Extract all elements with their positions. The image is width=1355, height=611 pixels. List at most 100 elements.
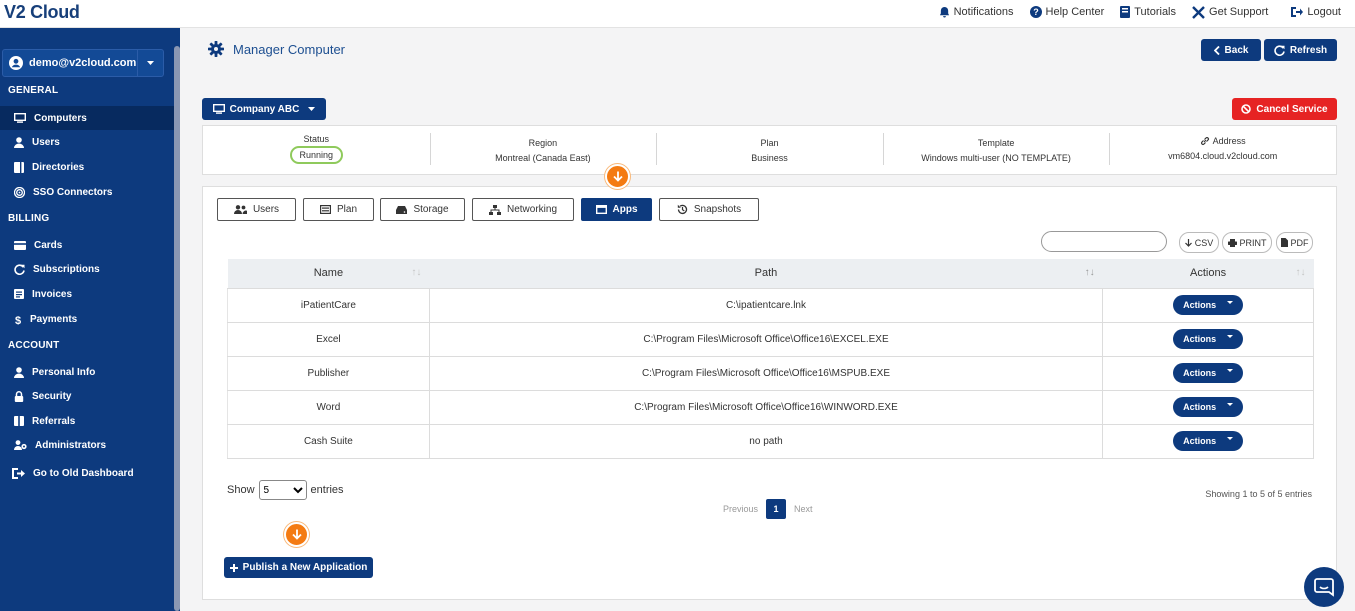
sidebar-item-directories[interactable]: Directories xyxy=(0,155,174,179)
sidebar-item-label: Payments xyxy=(30,313,78,325)
apps-table: Name ↑↓ Path ↑↓ Actions ↑↓ iPatientCare C:\… xyxy=(227,259,1314,459)
logo[interactable]: V2 Cloud xyxy=(4,2,80,23)
back-button[interactable]: Back xyxy=(1201,39,1261,61)
sidebar-item-label: Administrators xyxy=(35,439,107,451)
sidebar-item-payments[interactable]: $ Payments xyxy=(0,307,174,331)
tab-users[interactable]: Users xyxy=(217,198,296,221)
row-actions-button[interactable]: Actions xyxy=(1173,363,1244,383)
info-address-value: vm6804.cloud.v2cloud.com xyxy=(1168,151,1278,161)
sidebar-item-security[interactable]: Security xyxy=(0,384,174,408)
row-actions-button[interactable]: Actions xyxy=(1173,295,1244,315)
column-header-label: Actions xyxy=(1190,267,1227,280)
tab-plan[interactable]: Plan xyxy=(303,198,374,221)
tab-snapshots[interactable]: Snapshots xyxy=(659,198,759,221)
chevron-left-icon xyxy=(1213,45,1220,55)
question-circle-icon: ? xyxy=(1029,6,1042,18)
get-support-label: Get Support xyxy=(1209,6,1269,18)
logout-link[interactable]: Logout xyxy=(1290,6,1341,18)
sidebar-item-old-dashboard[interactable]: Go to Old Dashboard xyxy=(0,461,174,485)
tab-storage[interactable]: Storage xyxy=(380,198,465,221)
sidebar-item-sso-connectors[interactable]: SSO Connectors xyxy=(0,180,174,204)
user-menu-caret[interactable] xyxy=(137,50,163,76)
tab-networking[interactable]: Networking xyxy=(472,198,574,221)
column-header-label: Name xyxy=(313,267,344,280)
sidebar-item-subscriptions[interactable]: Subscriptions xyxy=(0,257,174,281)
svg-text:$: $ xyxy=(15,315,21,325)
cell-path: C:\ipatientcare.lnk xyxy=(428,287,1104,323)
sidebar-item-cards[interactable]: Cards xyxy=(0,233,174,257)
computer-info-bar: Status Running Region Montreal (Canada E… xyxy=(202,125,1337,175)
sidebar: demo@v2cloud.com GENERAL Computers Users… xyxy=(0,28,180,611)
row-actions-button[interactable]: Actions xyxy=(1173,329,1244,349)
column-header-path[interactable]: Path ↑↓ xyxy=(429,259,1103,289)
user-menu[interactable]: demo@v2cloud.com xyxy=(2,49,164,77)
sidebar-item-personal-info[interactable]: Personal Info xyxy=(0,360,174,384)
plus-icon xyxy=(229,563,238,572)
chat-launcher-button[interactable] xyxy=(1304,567,1344,607)
sidebar-item-invoices[interactable]: Invoices xyxy=(0,282,174,306)
tab-label: Networking xyxy=(506,204,558,215)
cell-actions: Actions xyxy=(1102,321,1314,357)
info-template-label: Template xyxy=(977,138,1015,148)
cell-path: C:\Program Files\Microsoft Office\Office… xyxy=(428,355,1104,391)
cell-actions: Actions xyxy=(1102,423,1314,459)
pdf-button[interactable]: PDF xyxy=(1276,232,1313,253)
info-plan: Plan Business xyxy=(656,126,883,174)
tutorials-link[interactable]: Tutorials xyxy=(1120,6,1176,18)
info-status: Status Running xyxy=(203,126,430,174)
sync-icon xyxy=(14,263,25,275)
tab-apps[interactable]: Apps xyxy=(581,198,652,221)
pagination-page-1[interactable]: 1 xyxy=(766,499,787,519)
company-dropdown[interactable]: Company ABC xyxy=(202,98,326,120)
get-support-link[interactable]: Get Support xyxy=(1192,5,1269,19)
cancel-service-button[interactable]: Cancel Service xyxy=(1232,98,1337,120)
csv-button[interactable]: CSV xyxy=(1179,232,1219,253)
entries-select[interactable]: 5 xyxy=(258,480,307,500)
sidebar-item-label: Cards xyxy=(34,239,63,251)
tab-label: Snapshots xyxy=(693,204,742,215)
sidebar-item-users[interactable]: Users xyxy=(0,130,174,154)
notifications-label: Notifications xyxy=(953,6,1014,18)
row-actions-label: Actions xyxy=(1183,368,1217,378)
notifications-link[interactable]: Notifications xyxy=(939,6,1014,18)
publish-application-button[interactable]: Publish a New Application xyxy=(224,557,373,578)
cell-actions: Actions xyxy=(1102,389,1314,425)
column-header-actions[interactable]: Actions ↑↓ xyxy=(1102,259,1314,289)
help-center-link[interactable]: ? Help Center xyxy=(1029,6,1104,18)
hdd-icon xyxy=(396,205,408,214)
list-alt-icon xyxy=(319,205,331,214)
invoice-icon xyxy=(14,289,24,299)
cancel-service-label: Cancel Service xyxy=(1256,103,1328,115)
tutorials-label: Tutorials xyxy=(1134,6,1177,18)
row-actions-button[interactable]: Actions xyxy=(1173,397,1244,417)
pdf-button-label: PDF xyxy=(1290,237,1309,248)
sidebar-item-computers[interactable]: Computers xyxy=(0,106,174,130)
print-button[interactable]: PRINT xyxy=(1222,232,1272,253)
logout-icon xyxy=(1291,7,1304,17)
credit-card-icon xyxy=(14,240,26,250)
directory-icon xyxy=(14,161,24,173)
user-circle-icon xyxy=(9,56,23,70)
arrow-down-icon xyxy=(291,529,302,540)
cell-actions: Actions xyxy=(1102,287,1314,323)
dollar-icon: $ xyxy=(15,315,21,325)
pagination-previous[interactable]: Previous xyxy=(723,504,758,514)
refresh-button[interactable]: Refresh xyxy=(1264,39,1337,61)
info-region-value: Montreal (Canada East) xyxy=(495,153,591,163)
search-input[interactable] xyxy=(1041,231,1167,252)
publish-application-label: Publish a New Application xyxy=(242,562,368,573)
page-title: Manager Computer xyxy=(208,41,345,57)
sync-icon xyxy=(1274,44,1285,56)
pagination-next[interactable]: Next xyxy=(794,504,813,514)
table-row: Excel C:\Program Files\Microsoft Office\… xyxy=(227,321,1314,357)
column-header-name[interactable]: Name ↑↓ xyxy=(227,259,430,289)
sort-icon: ↑↓ xyxy=(1084,267,1095,278)
sidebar-item-referrals[interactable]: Referrals xyxy=(0,409,174,433)
sidebar-item-administrators[interactable]: Administrators xyxy=(0,433,174,457)
row-actions-button[interactable]: Actions xyxy=(1173,431,1244,451)
row-actions-label: Actions xyxy=(1183,402,1217,412)
cell-path: no path xyxy=(428,423,1104,459)
arrow-down-icon xyxy=(612,171,623,182)
svg-text:?: ? xyxy=(1033,7,1039,17)
cell-name: Word xyxy=(227,389,430,425)
